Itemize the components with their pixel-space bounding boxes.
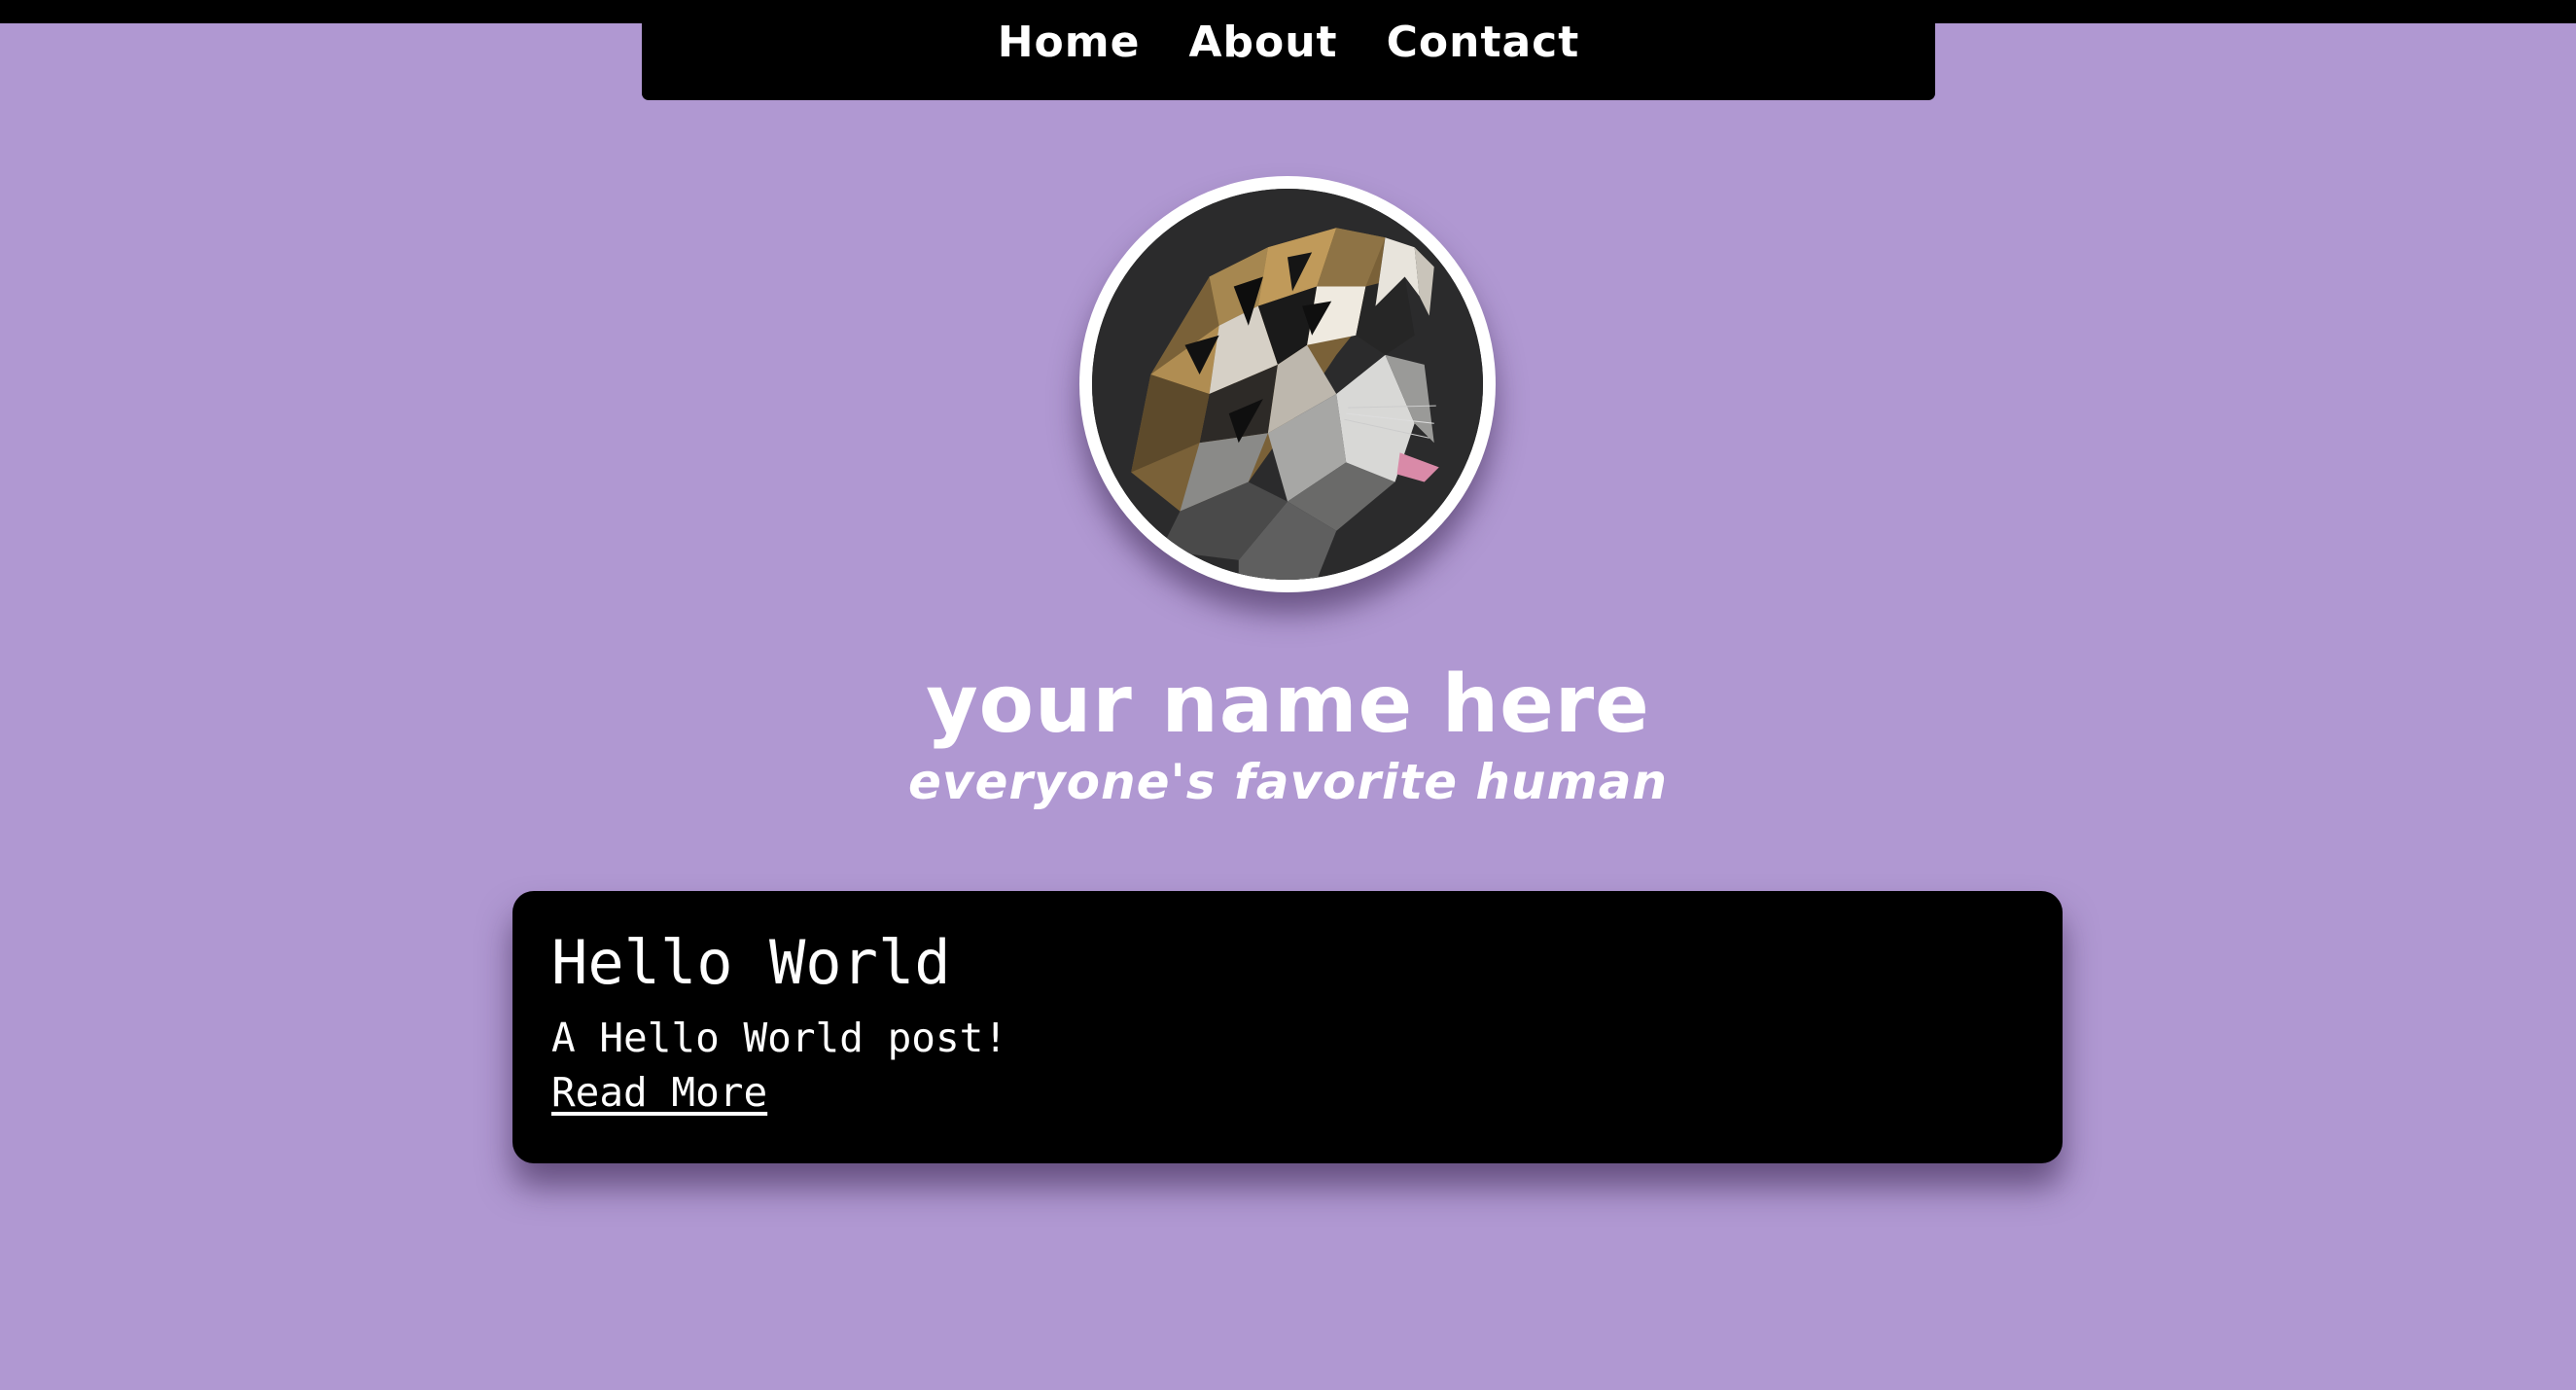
site-tagline: everyone's favorite human (907, 754, 1669, 810)
read-more-link[interactable]: Read More (551, 1066, 767, 1119)
site-owner-name: your name here (926, 659, 1650, 751)
post-title[interactable]: Hello World (551, 926, 951, 1000)
nav-link-contact[interactable]: Contact (1387, 16, 1580, 70)
main-nav: Home About Contact (642, 0, 1935, 100)
nav-link-about[interactable]: About (1188, 16, 1337, 70)
nav-links: Home About Contact (998, 16, 1580, 70)
post-excerpt: A Hello World post! (551, 1015, 1007, 1061)
post-card: Hello World A Hello World post! Read Mor… (512, 891, 2063, 1163)
tiger-avatar-icon (1092, 189, 1483, 580)
avatar-frame (1079, 176, 1496, 592)
nav-link-home[interactable]: Home (998, 16, 1141, 70)
